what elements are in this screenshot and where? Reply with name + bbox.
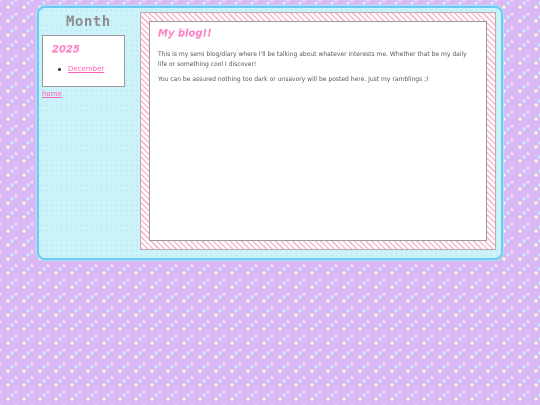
archive-year: 2025 — [52, 44, 80, 55]
post-body: This is my semi blog/diary where I'll be… — [158, 50, 470, 90]
home-link[interactable]: home — [42, 90, 62, 98]
sidebar-title: Month — [66, 14, 111, 30]
post-paragraph: You can be assured nothing too dark or u… — [158, 76, 429, 83]
archive-month-link[interactable]: December — [68, 65, 104, 73]
content-panel: My blog!! This is my semi blog/diary whe… — [140, 12, 496, 250]
post-container: My blog!! This is my semi blog/diary whe… — [149, 21, 487, 241]
post-paragraph: This is my semi blog/diary where I'll be… — [158, 51, 467, 68]
bullet-icon — [58, 68, 61, 71]
archive-box: 2025 December — [42, 35, 125, 87]
post-title: My blog!! — [158, 28, 212, 39]
